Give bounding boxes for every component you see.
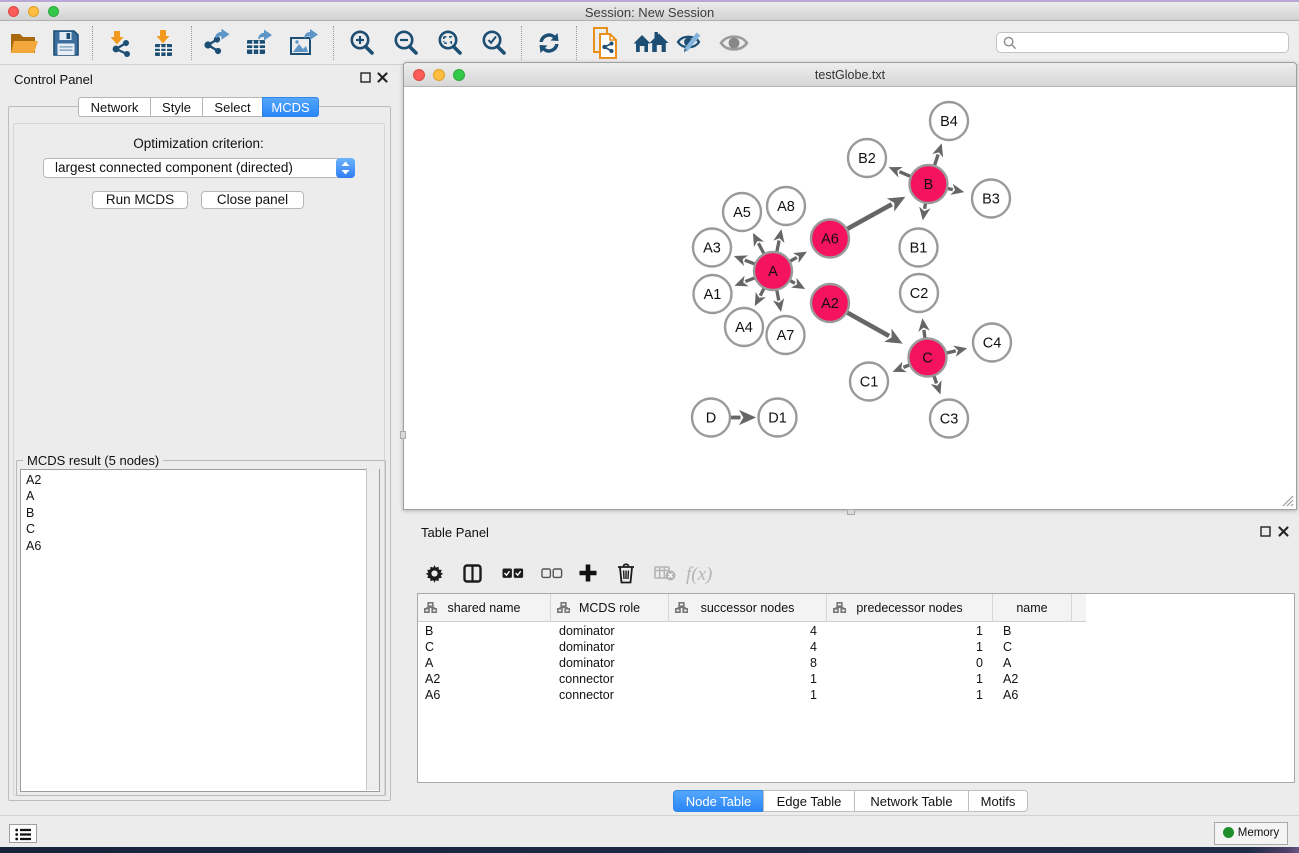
svg-text:B4: B4 — [940, 114, 958, 130]
svg-text:A6: A6 — [821, 232, 839, 248]
svg-text:C4: C4 — [983, 336, 1002, 352]
svg-text:A2: A2 — [821, 296, 839, 312]
svg-text:A7: A7 — [777, 328, 795, 344]
svg-text:A8: A8 — [777, 199, 795, 215]
svg-text:A5: A5 — [733, 205, 751, 221]
svg-text:B2: B2 — [858, 151, 876, 167]
svg-text:D1: D1 — [768, 411, 787, 427]
svg-text:A1: A1 — [704, 287, 722, 303]
svg-text:A: A — [768, 264, 778, 280]
svg-text:B3: B3 — [982, 192, 1000, 208]
svg-text:C1: C1 — [860, 375, 879, 391]
svg-text:C2: C2 — [910, 286, 929, 302]
svg-text:C3: C3 — [940, 412, 959, 428]
svg-text:D: D — [706, 411, 716, 427]
svg-text:A3: A3 — [703, 241, 721, 257]
svg-text:B1: B1 — [910, 241, 928, 257]
svg-text:A4: A4 — [735, 320, 753, 336]
svg-text:B: B — [924, 177, 934, 193]
svg-text:C: C — [922, 351, 932, 367]
